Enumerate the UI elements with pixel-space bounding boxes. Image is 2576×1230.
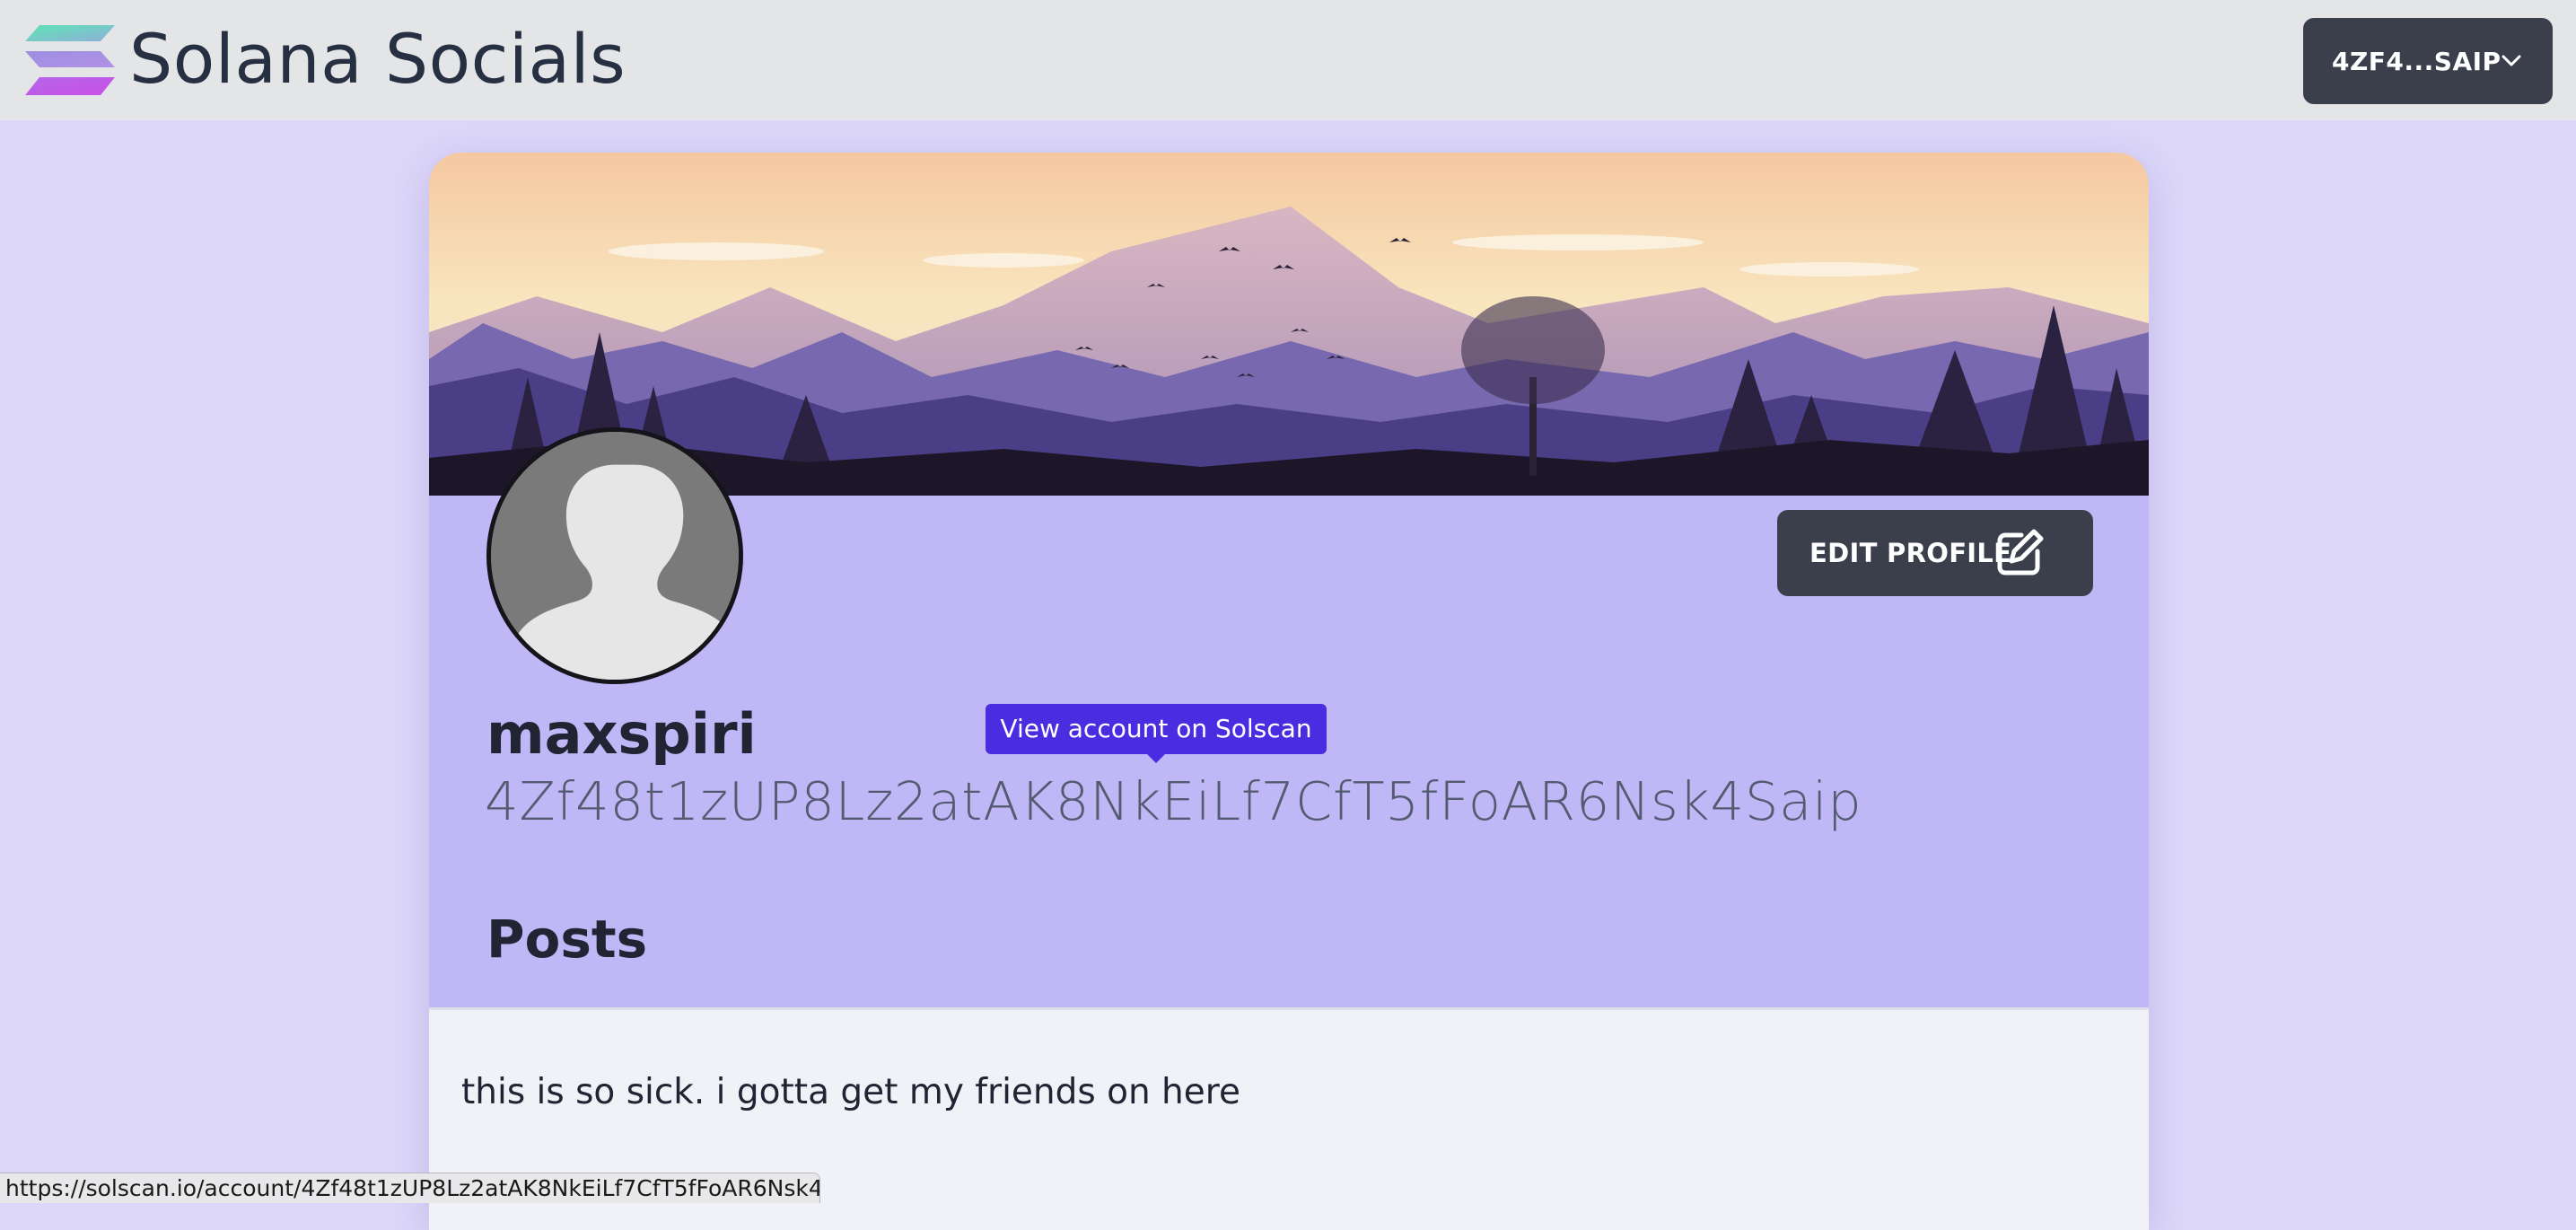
solana-logo-icon[interactable] [25, 23, 115, 97]
posts-section: Posts this is so sick. i gotta get my fr… [429, 871, 2149, 1230]
edit-profile-label: EDIT PROFILE [1809, 538, 2012, 568]
profile-username: maxspiri [486, 701, 757, 767]
posts-header: Posts [429, 871, 2149, 1006]
posts-title: Posts [486, 909, 648, 970]
edit-square-pen-icon [1997, 529, 2044, 575]
avatar [486, 427, 743, 684]
edit-profile-button[interactable]: EDIT PROFILE [1777, 510, 2093, 596]
top-navbar: Solana Socials 4ZF4...SAIP [0, 0, 2576, 120]
profile-card: EDIT PROFILE maxspiri View account on So… [429, 153, 2149, 1230]
wallet-menu-button[interactable]: 4ZF4...SAIP [2303, 18, 2553, 104]
wallet-button-label: 4ZF4...SAIP [2332, 46, 2502, 76]
wallet-address-link[interactable]: 4Zf48t1zUP8Lz2atAK8NkEiLf7CfT5fFoAR6Nsk4… [485, 761, 1862, 842]
solscan-tooltip: View account on Solscan [986, 704, 1327, 763]
post-text: this is so sick. i gotta get my friends … [461, 1072, 1240, 1112]
default-user-avatar-icon [491, 432, 739, 680]
profile-banner-image [429, 153, 2149, 496]
app-title[interactable]: Solana Socials [129, 16, 626, 102]
browser-status-bar-url: https://solscan.io/account/4Zf48t1zUP8Lz… [0, 1173, 820, 1203]
chevron-down-icon [2502, 55, 2521, 66]
